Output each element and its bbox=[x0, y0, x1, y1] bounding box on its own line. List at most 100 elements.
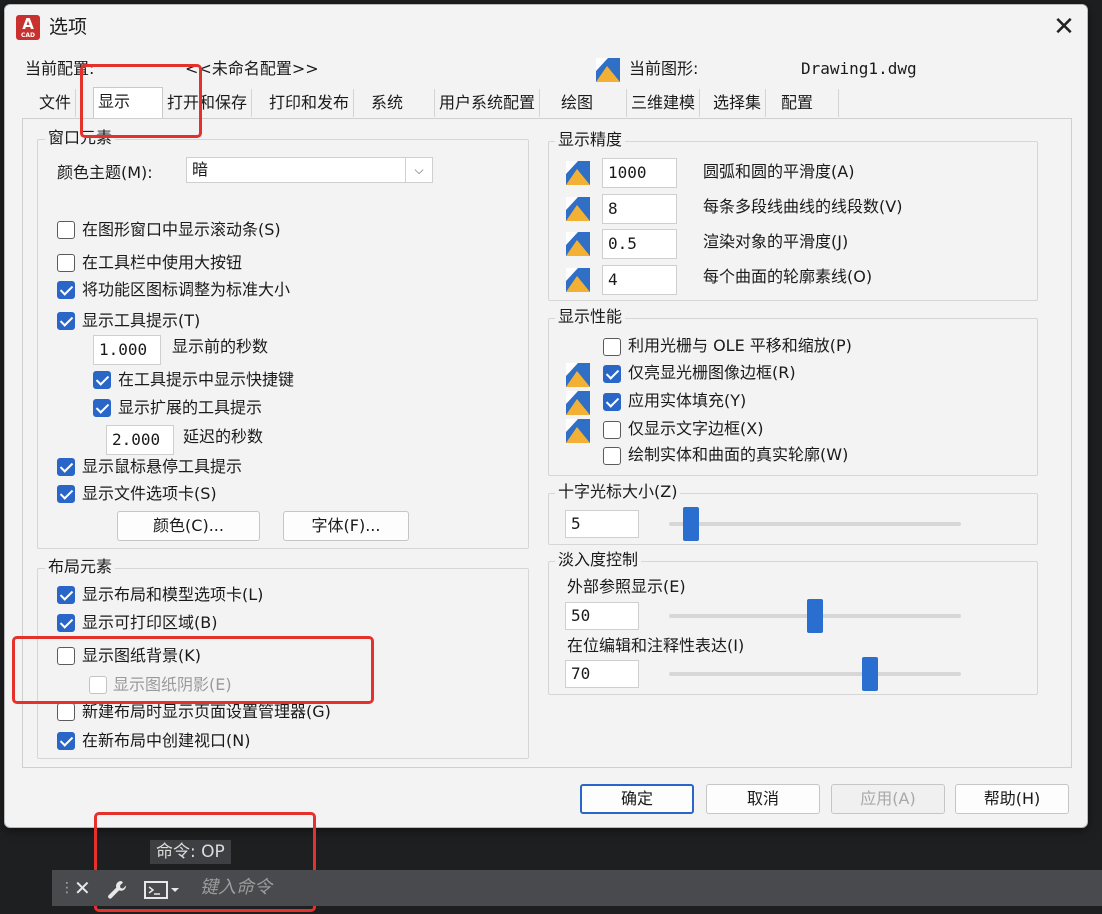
resize-ribbon-icons-label: 将功能区图标调整为标准大小 bbox=[82, 280, 291, 299]
seconds-before-label: 显示前的秒数 bbox=[172, 337, 269, 356]
drawing-setting-icon bbox=[566, 232, 590, 256]
arc-smoothness-input[interactable]: 1000 bbox=[602, 158, 677, 188]
rollover-tooltips-label: 显示鼠标悬停工具提示 bbox=[82, 457, 243, 476]
scrollbars-label: 在图形窗口中显示滚动条(S) bbox=[82, 220, 281, 239]
paper-shadow-checkbox[interactable] bbox=[89, 676, 107, 694]
close-icon[interactable]: ✕ bbox=[1048, 11, 1080, 43]
display-performance-title: 显示性能 bbox=[555, 307, 626, 327]
current-drawing-value: Drawing1.dwg bbox=[801, 59, 917, 78]
xref-display-label: 外部参照显示(E) bbox=[567, 577, 686, 596]
options-dialog: A CAD 选项 ✕ 当前配置: <<未命名配置>> 当前图形: Drawing… bbox=[4, 4, 1088, 828]
printable-area-checkbox[interactable] bbox=[57, 614, 75, 632]
contour-lines-input[interactable]: 4 bbox=[602, 265, 677, 295]
drawing-setting-icon bbox=[566, 268, 590, 292]
app-logo-icon: A CAD bbox=[16, 15, 40, 40]
contour-lines-label: 每个曲面的轮廓素线(O) bbox=[703, 267, 873, 286]
tab-drafting[interactable]: 绘图 bbox=[557, 89, 627, 117]
crosshair-slider-track[interactable] bbox=[669, 522, 961, 526]
solid-fill-label: 应用实体填充(Y) bbox=[628, 391, 747, 410]
drawing-setting-icon bbox=[566, 161, 590, 185]
page-setup-manager-label: 新建布局时显示页面设置管理器(G) bbox=[82, 702, 331, 721]
paper-background-label: 显示图纸背景(K) bbox=[82, 646, 201, 665]
dialog-title: 选项 bbox=[49, 16, 88, 38]
large-buttons-label: 在工具栏中使用大按钮 bbox=[82, 253, 243, 272]
inplace-slider-thumb[interactable] bbox=[862, 657, 879, 691]
large-buttons-checkbox[interactable] bbox=[57, 254, 75, 272]
highlight-raster-frame-checkbox[interactable] bbox=[603, 365, 621, 383]
current-profile-label: 当前配置: bbox=[25, 59, 95, 78]
ok-button[interactable]: 确定 bbox=[580, 784, 694, 814]
tab-3d-modeling[interactable]: 三维建模 bbox=[627, 89, 701, 117]
close-icon[interactable]: ✕ bbox=[74, 870, 91, 906]
wrench-icon[interactable] bbox=[106, 870, 128, 906]
current-profile-value: <<未命名配置>> bbox=[185, 59, 319, 78]
color-theme-select[interactable]: 暗 ⌵ bbox=[186, 157, 433, 183]
delay-seconds-input[interactable]: 2.000 bbox=[106, 425, 174, 455]
paper-background-checkbox[interactable] bbox=[57, 647, 75, 665]
tooltips-label: 显示工具提示(T) bbox=[82, 311, 201, 330]
tab-selection[interactable]: 选择集 bbox=[709, 89, 767, 117]
resize-ribbon-icons-checkbox[interactable] bbox=[57, 281, 75, 299]
raster-ole-pan-zoom-checkbox[interactable] bbox=[603, 338, 621, 356]
current-drawing-label: 当前图形: bbox=[629, 59, 699, 78]
inplace-slider-track[interactable] bbox=[669, 672, 961, 676]
chevron-down-icon: ⌵ bbox=[405, 158, 432, 182]
tab-user-preferences[interactable]: 用户系统配置 bbox=[435, 89, 541, 117]
printable-area-label: 显示可打印区域(B) bbox=[82, 613, 218, 632]
extended-tooltips-checkbox[interactable] bbox=[93, 399, 111, 417]
delay-seconds-label: 延迟的秒数 bbox=[183, 427, 264, 446]
xref-slider-thumb[interactable] bbox=[807, 599, 823, 633]
seconds-before-input[interactable]: 1.000 bbox=[93, 335, 161, 365]
extended-tooltips-label: 显示扩展的工具提示 bbox=[118, 398, 263, 417]
display-resolution-title: 显示精度 bbox=[555, 130, 626, 150]
cancel-button[interactable]: 取消 bbox=[706, 784, 820, 814]
inplace-edit-input[interactable]: 70 bbox=[565, 660, 639, 688]
help-button[interactable]: 帮助(H) bbox=[955, 784, 1069, 814]
fade-control-title: 淡入度控制 bbox=[555, 550, 642, 570]
text-frame-only-label: 仅显示文字边框(X) bbox=[628, 419, 764, 438]
tab-plot-publish[interactable]: 打印和发布 bbox=[265, 89, 355, 117]
drawing-file-icon bbox=[596, 58, 620, 82]
tab-system[interactable]: 系统 bbox=[367, 89, 435, 117]
shortcut-in-tooltips-checkbox[interactable] bbox=[93, 371, 111, 389]
shortcut-in-tooltips-label: 在工具提示中显示快捷键 bbox=[118, 370, 295, 389]
drawing-setting-icon bbox=[566, 363, 590, 387]
page-setup-manager-checkbox[interactable] bbox=[57, 703, 75, 721]
colors-button[interactable]: 颜色(C)... bbox=[117, 511, 260, 541]
solid-fill-checkbox[interactable] bbox=[603, 393, 621, 411]
tab-open-save[interactable]: 打开和保存 bbox=[163, 89, 253, 117]
create-viewport-checkbox[interactable] bbox=[57, 732, 75, 750]
render-smoothness-input[interactable]: 0.5 bbox=[602, 229, 677, 259]
layout-model-tabs-checkbox[interactable] bbox=[57, 586, 75, 604]
crosshair-slider-thumb[interactable] bbox=[682, 507, 699, 541]
arc-smoothness-label: 圆弧和圆的平滑度(A) bbox=[703, 162, 855, 181]
true-silhouettes-checkbox[interactable] bbox=[603, 447, 621, 465]
tooltips-checkbox[interactable] bbox=[57, 312, 75, 330]
drawing-setting-icon bbox=[566, 419, 590, 443]
rollover-tooltips-checkbox[interactable] bbox=[57, 458, 75, 476]
highlight-raster-frame-label: 仅亮显光栅图像边框(R) bbox=[628, 363, 796, 382]
tab-files[interactable]: 文件 bbox=[35, 89, 77, 117]
apply-button[interactable]: 应用(A) bbox=[831, 784, 945, 814]
title-bar: A CAD 选项 ✕ bbox=[5, 5, 1087, 49]
crosshair-size-title: 十字光标大小(Z) bbox=[555, 482, 681, 502]
command-prompt-icon[interactable] bbox=[144, 870, 180, 906]
crosshair-size-input[interactable]: 5 bbox=[565, 510, 639, 538]
layout-elements-title: 布局元素 bbox=[45, 557, 116, 577]
grip-handle-icon[interactable]: ⋮ bbox=[60, 870, 74, 906]
scrollbars-checkbox[interactable] bbox=[57, 221, 75, 239]
drawing-setting-icon bbox=[566, 197, 590, 221]
tab-display[interactable]: 显示 bbox=[93, 87, 163, 119]
create-viewport-label: 在新布局中创建视口(N) bbox=[82, 731, 251, 750]
fonts-button[interactable]: 字体(F)... bbox=[283, 511, 409, 541]
raster-ole-pan-zoom-label: 利用光栅与 OLE 平移和缩放(P) bbox=[628, 336, 852, 355]
render-smoothness-label: 渲染对象的平滑度(J) bbox=[703, 232, 849, 251]
file-tabs-checkbox[interactable] bbox=[57, 485, 75, 503]
tab-profiles[interactable]: 配置 bbox=[777, 89, 839, 117]
color-theme-label: 颜色主题(M): bbox=[57, 163, 153, 182]
command-input[interactable]: 键入命令 bbox=[200, 870, 272, 906]
polyline-segments-input[interactable]: 8 bbox=[602, 194, 677, 224]
text-frame-only-checkbox[interactable] bbox=[603, 421, 621, 439]
file-tabs-label: 显示文件选项卡(S) bbox=[82, 484, 217, 503]
xref-display-input[interactable]: 50 bbox=[565, 602, 639, 630]
